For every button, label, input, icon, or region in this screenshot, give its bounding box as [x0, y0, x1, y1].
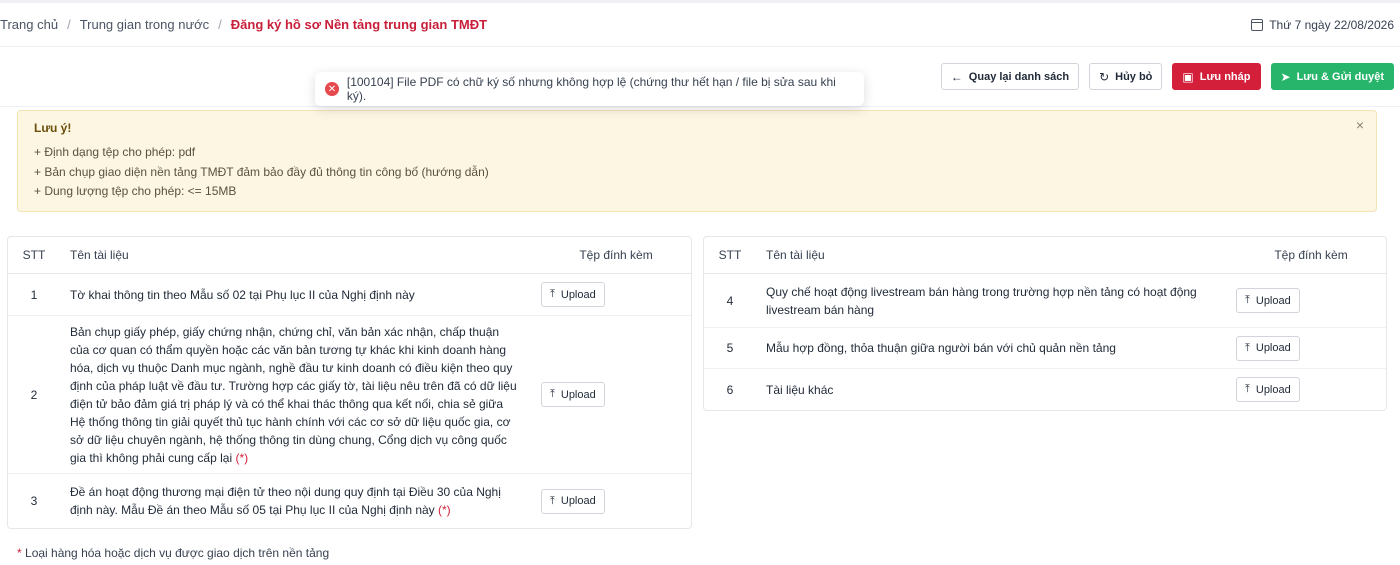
required-mark: (*) — [235, 450, 249, 465]
upload-icon: ⤒ — [550, 388, 555, 400]
notice-line: + Bản chụp giao diện nền tảng TMĐT đảm b… — [34, 164, 489, 179]
row-name-text: Mẫu hợp đồng, thỏa thuận giữa người bán … — [766, 341, 1116, 355]
upload-label: Upload — [560, 288, 596, 301]
notice-line: + Dung lượng tệp cho phép: <= 15MB — [34, 184, 237, 198]
row-stt: 4 — [726, 293, 734, 308]
upload-button[interactable]: ⤒ Upload — [1236, 288, 1300, 313]
row-name-text: Quy chế hoạt động livestream bán hàng tr… — [766, 284, 1197, 317]
upload-button[interactable]: ⤒ Upload — [541, 282, 605, 307]
error-toast: ✕ [100104] File PDF có chữ ký số nhưng k… — [315, 72, 864, 106]
header-stt: STT — [718, 248, 742, 262]
row-file: ⤒ Upload — [541, 382, 691, 407]
toast-message: [100104] File PDF có chữ ký số nhưng khô… — [346, 75, 836, 103]
breadcrumb-section-link[interactable]: Trung gian trong nước — [80, 17, 209, 32]
upload-button[interactable]: ⤒ Upload — [1236, 377, 1300, 402]
save-draft-label: Lưu nháp — [1199, 70, 1251, 83]
table-row: 5 Mẫu hợp đồng, thỏa thuận giữa người bá… — [704, 328, 1386, 369]
table-row: 6 Tài liệu khác ⤒ Upload — [704, 369, 1386, 410]
header-file: Tệp đính kèm — [579, 248, 653, 262]
close-icon[interactable]: × — [1356, 117, 1364, 133]
refresh-icon: ↻ — [1099, 69, 1110, 84]
row-name: Bản chụp giấy phép, giấy chứng nhận, chứ… — [60, 323, 541, 467]
save-submit-label: Lưu & Gửi duyệt — [1296, 70, 1384, 83]
row-file: ⤒ Upload — [1236, 288, 1386, 313]
row-file: ⤒ Upload — [1236, 335, 1386, 361]
row-stt: 2 — [30, 387, 38, 402]
row-name-text: Bản chụp giấy phép, giấy chứng nhận, chứ… — [70, 324, 517, 465]
row-file: ⤒ Upload — [541, 488, 691, 514]
upload-icon: ⤒ — [1245, 341, 1250, 354]
row-file: ⤒ Upload — [541, 282, 691, 307]
upload-icon: ⤒ — [550, 288, 555, 300]
upload-label: Upload — [560, 495, 596, 507]
header-name: Tên tài liệu — [70, 248, 129, 262]
save-icon: ▣ — [1182, 69, 1194, 84]
breadcrumb: Trang chủ / Trung gian trong nước / Đăng… — [0, 17, 487, 32]
documents-table-right: STT Tên tài liệu Tệp đính kèm 4 Quy chế … — [703, 236, 1387, 411]
footnote-text: Loại hàng hóa hoặc dịch vụ được giao dịc… — [25, 546, 330, 560]
cancel-button[interactable]: ↻ Hủy bỏ — [1089, 63, 1163, 90]
upload-label: Upload — [1255, 383, 1291, 396]
upload-label: Upload — [1255, 342, 1291, 354]
upload-button[interactable]: ⤒ Upload — [541, 382, 605, 407]
required-mark: (*) — [438, 503, 451, 517]
upload-label: Upload — [560, 388, 596, 401]
row-name: Đề án hoạt động thương mại điện tử theo … — [60, 483, 541, 519]
save-submit-button[interactable]: ➤ Lưu & Gửi duyệt — [1270, 63, 1394, 90]
current-date: Thứ 7 ngày 22/08/2026 — [1251, 18, 1394, 32]
date-text: Thứ 7 ngày 22/08/2026 — [1269, 17, 1394, 32]
required-star: * — [17, 546, 22, 560]
header-file: Tệp đính kèm — [1274, 248, 1348, 262]
notice-line: + Định dạng tệp cho phép: pdf — [34, 145, 196, 159]
upload-icon: ⤒ — [1245, 383, 1250, 395]
breadcrumb-current: Đăng ký hồ sơ Nền tảng trung gian TMĐT — [230, 17, 488, 32]
breadcrumb-separator: / — [218, 17, 222, 32]
row-stt: 6 — [726, 382, 734, 397]
header-name: Tên tài liệu — [766, 248, 825, 262]
table-row: 4 Quy chế hoạt động livestream bán hàng … — [704, 274, 1386, 328]
calendar-icon — [1251, 18, 1264, 31]
arrow-left-icon: ← — [950, 69, 963, 84]
row-name: Tờ khai thông tin theo Mẫu số 02 tại Phụ… — [60, 286, 541, 304]
send-icon: ➤ — [1280, 69, 1291, 84]
table-header: STT Tên tài liệu Tệp đính kèm — [704, 237, 1386, 274]
row-stt: 1 — [30, 287, 38, 302]
breadcrumb-separator: / — [67, 17, 71, 32]
back-to-list-button[interactable]: ← Quay lại danh sách — [940, 63, 1080, 90]
upload-icon: ⤒ — [550, 494, 555, 507]
upload-icon: ⤒ — [1245, 294, 1250, 306]
table-row: 1 Tờ khai thông tin theo Mẫu số 02 tại P… — [8, 274, 691, 316]
table-row: 2 Bản chụp giấy phép, giấy chứng nhận, c… — [8, 316, 691, 474]
row-name-text: Tài liệu khác — [766, 382, 834, 397]
table-header: STT Tên tài liệu Tệp đính kèm — [8, 237, 691, 274]
row-file: ⤒ Upload — [1236, 377, 1386, 402]
row-name: Tài liệu khác — [756, 381, 1236, 399]
back-to-list-label: Quay lại danh sách — [968, 70, 1070, 83]
row-name: Quy chế hoạt động livestream bán hàng tr… — [756, 283, 1236, 319]
breadcrumb-home-link[interactable]: Trang chủ — [0, 17, 58, 32]
table-row: 3 Đề án hoạt động thương mại điện tử the… — [8, 474, 691, 528]
header-stt: STT — [22, 248, 46, 262]
error-icon: ✕ — [325, 82, 339, 96]
breadcrumb-bar: Trang chủ / Trung gian trong nước / Đăng… — [0, 3, 1400, 47]
upload-button[interactable]: ⤒ Upload — [1236, 335, 1300, 361]
row-name-text: Đề án hoạt động thương mại điện tử theo … — [70, 485, 501, 517]
notice-box: Lưu ý! + Định dạng tệp cho phép: pdf + B… — [17, 110, 1377, 212]
upload-button[interactable]: ⤒ Upload — [541, 488, 605, 514]
save-draft-button[interactable]: ▣ Lưu nháp — [1172, 63, 1261, 90]
row-stt: 5 — [726, 341, 734, 355]
notice-title: Lưu ý! — [34, 121, 72, 135]
documents-table-left: STT Tên tài liệu Tệp đính kèm 1 Tờ khai … — [7, 236, 692, 529]
row-name-text: Tờ khai thông tin theo Mẫu số 02 tại Phụ… — [70, 287, 415, 302]
upload-label: Upload — [1255, 294, 1291, 307]
row-stt: 3 — [30, 494, 38, 508]
cancel-label: Hủy bỏ — [1115, 70, 1153, 83]
footnote: * Loại hàng hóa hoặc dịch vụ được giao d… — [17, 546, 329, 560]
row-name: Mẫu hợp đồng, thỏa thuận giữa người bán … — [756, 339, 1236, 357]
